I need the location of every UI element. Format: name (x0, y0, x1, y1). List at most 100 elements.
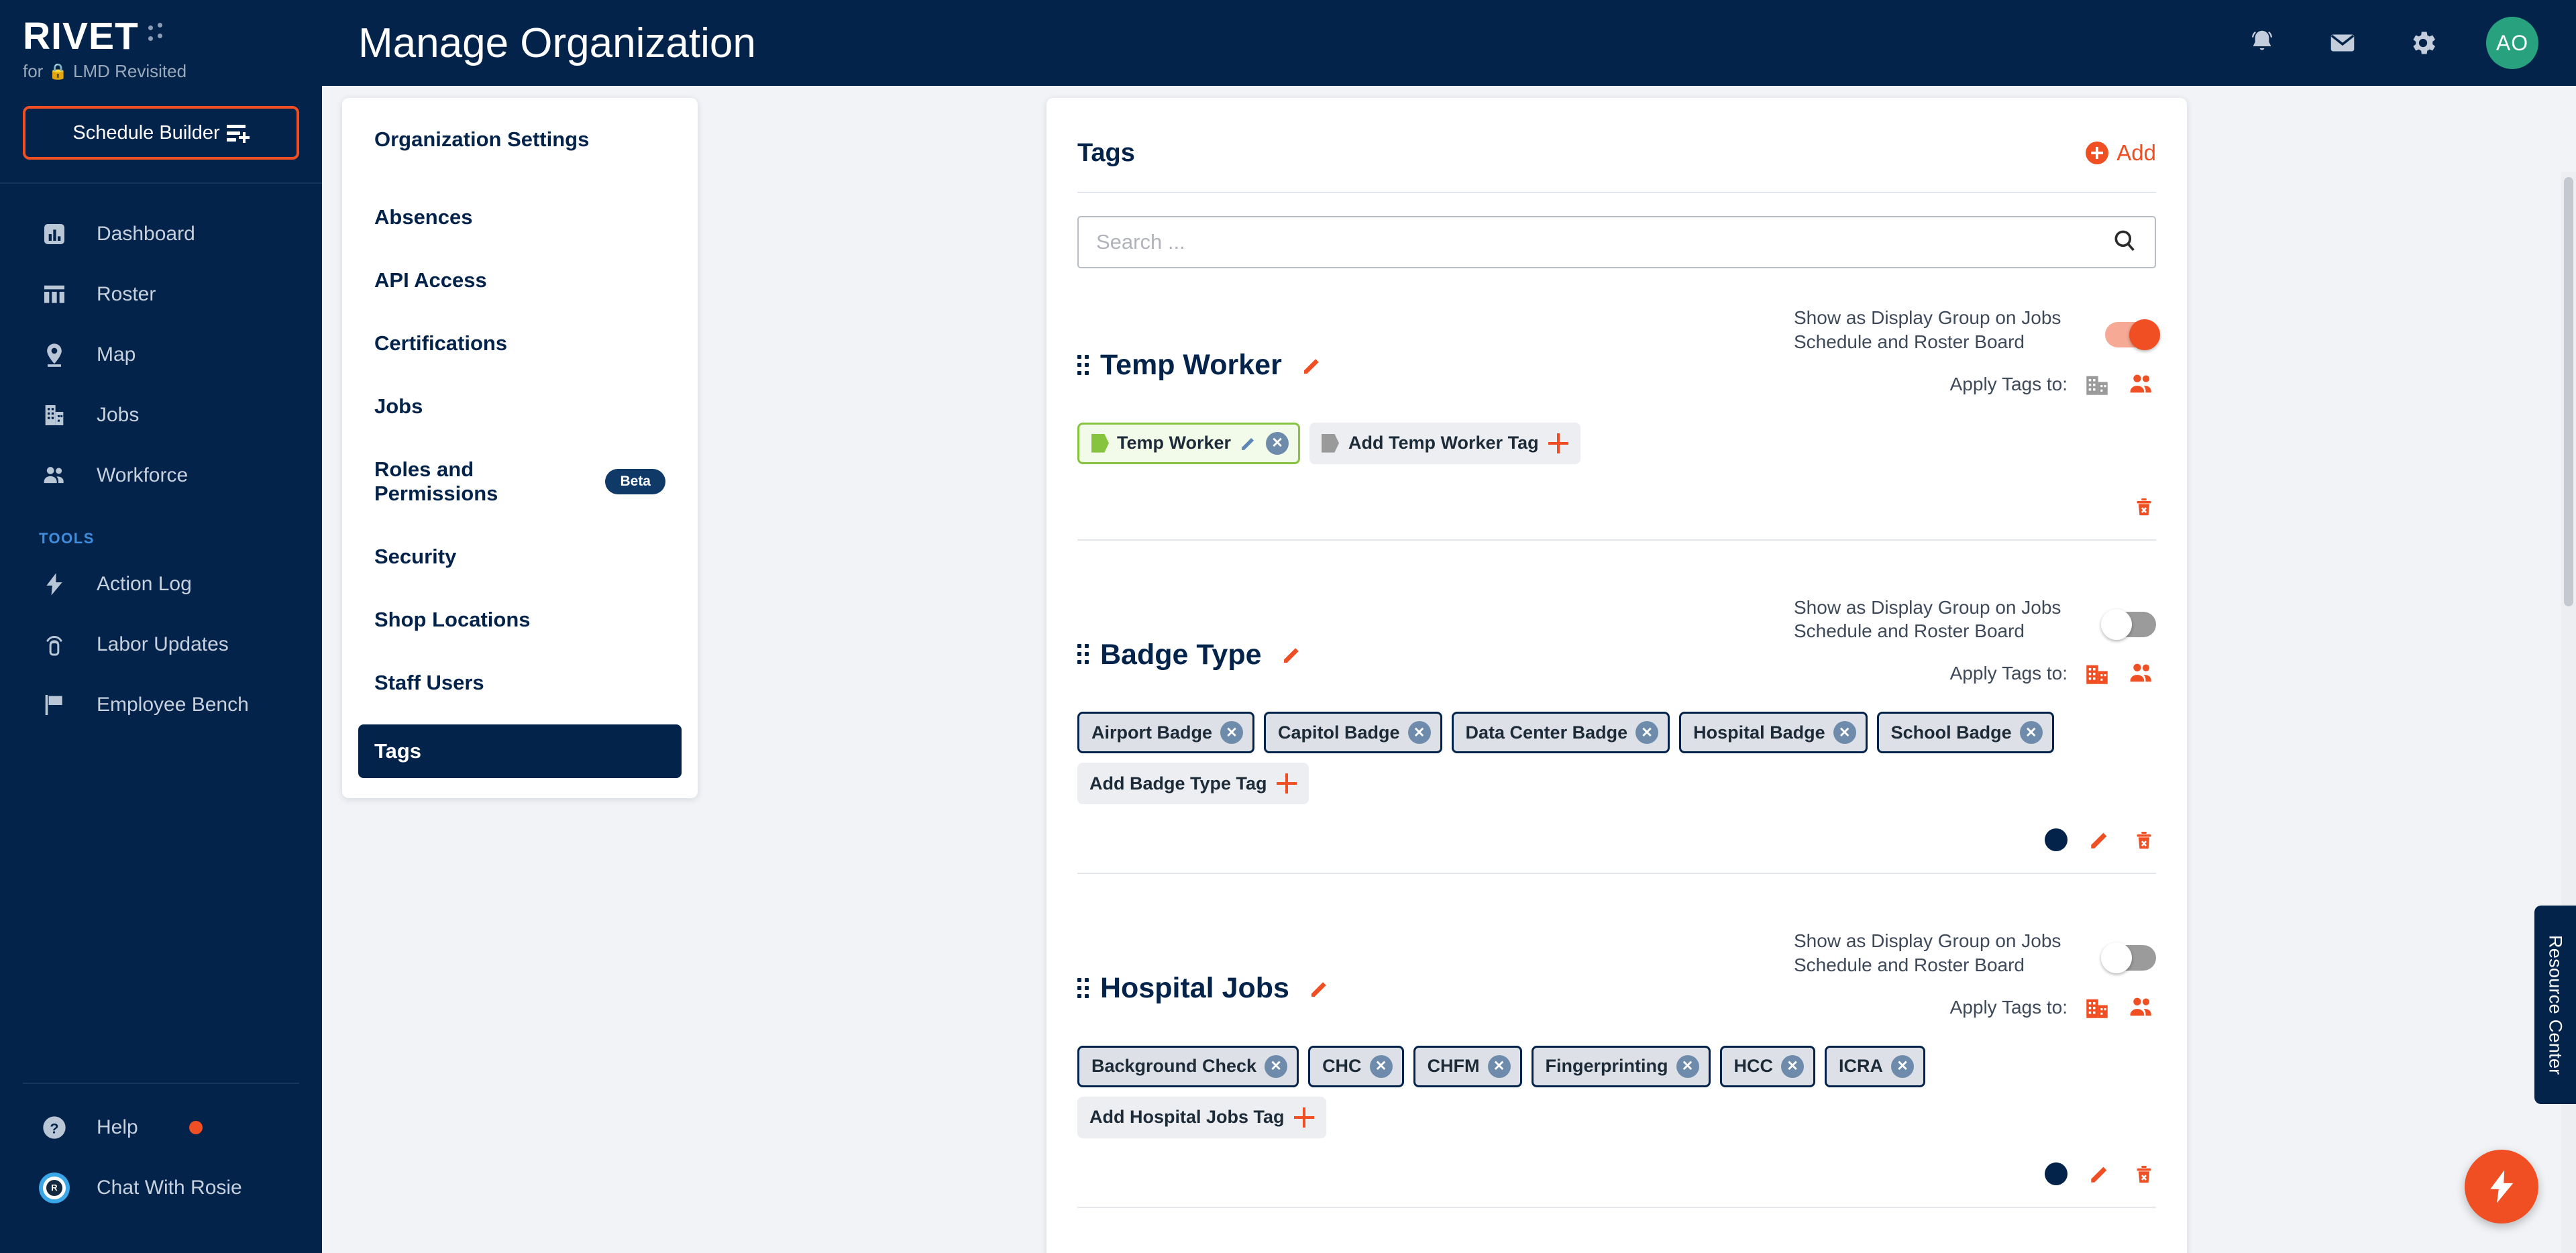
resource-center-tab[interactable]: Resource Center (2534, 906, 2576, 1104)
tag-remove-icon[interactable]: ✕ (1265, 1054, 1288, 1078)
display-group-row: Show as Display Group on Jobs Schedule a… (1794, 306, 2160, 354)
settings-item-api-access[interactable]: API Access (358, 259, 682, 302)
apply-tags-label: Apply Tags to: (1949, 996, 2068, 1018)
avatar[interactable]: AO (2486, 17, 2538, 69)
group-color-swatch[interactable] (2045, 1162, 2068, 1185)
settings-item-security[interactable]: Security (358, 535, 682, 578)
tag-remove-icon[interactable]: ✕ (2019, 721, 2043, 745)
tag-chip[interactable]: ICRA ✕ (1825, 1045, 1926, 1087)
sidebar-item-workforce[interactable]: Workforce (0, 445, 322, 506)
sidebar-item-map[interactable]: Map (0, 325, 322, 385)
add-tag-chip-button[interactable]: Add Temp Worker Tag (1309, 422, 1580, 464)
tag-edit-pencil-icon[interactable] (1239, 434, 1258, 453)
building-icon (39, 400, 70, 431)
drag-handle-icon[interactable] (1077, 643, 1089, 667)
quick-action-fab[interactable] (2465, 1150, 2538, 1223)
tag-group-name: Hospital Jobs (1100, 972, 1289, 1005)
tag-chip[interactable]: Airport Badge ✕ (1077, 712, 1255, 754)
edit-group-icon[interactable] (2088, 827, 2112, 853)
tag-chip[interactable]: Background Check ✕ (1077, 1045, 1299, 1087)
display-group-toggle[interactable] (2105, 319, 2160, 350)
search-box[interactable] (1077, 216, 2156, 268)
group-color-swatch[interactable] (2045, 828, 2068, 852)
settings-item-roles-and-permissions[interactable]: Roles and Permissions Beta (358, 448, 682, 515)
tag-chip[interactable]: CHC ✕ (1308, 1045, 1404, 1087)
tag-remove-icon[interactable]: ✕ (1635, 721, 1659, 745)
add-tag-group-button[interactable]: Add (2086, 140, 2156, 166)
tag-chip[interactable]: HCC ✕ (1719, 1045, 1816, 1087)
bell-icon[interactable] (2245, 25, 2279, 60)
edit-pencil-icon[interactable] (1281, 643, 1303, 666)
sidebar-item-action-log[interactable]: Action Log (0, 554, 322, 614)
display-group-toggle[interactable] (2101, 942, 2156, 974)
tag-remove-icon[interactable]: ✕ (1220, 721, 1244, 745)
tags-panel: Tags Add Search ... Temp Worker Show as … (1046, 98, 2187, 1253)
search-icon[interactable] (2112, 228, 2137, 257)
apply-to-company-icon[interactable] (2082, 370, 2112, 398)
tag-chip[interactable]: CHFM ✕ (1413, 1045, 1522, 1087)
tag-remove-icon[interactable]: ✕ (1833, 721, 1856, 745)
settings-item-certifications[interactable]: Certifications (358, 322, 682, 365)
tag-chip[interactable]: Temp Worker ✕ (1077, 422, 1301, 464)
sidebar-item-label: Roster (97, 283, 156, 305)
settings-menu-heading: Organization Settings (374, 127, 590, 151)
edit-group-icon[interactable] (2088, 1161, 2112, 1187)
settings-item-staff-users[interactable]: Staff Users (358, 661, 682, 704)
header-actions: AO (2245, 17, 2538, 69)
tag-remove-icon[interactable]: ✕ (1891, 1054, 1915, 1078)
edit-pencil-icon[interactable] (1301, 354, 1324, 377)
drag-handle-icon[interactable] (1077, 977, 1089, 1001)
settings-item-shop-locations[interactable]: Shop Locations (358, 598, 682, 641)
drag-handle-icon[interactable] (1077, 353, 1089, 378)
sidebar-item-dashboard[interactable]: Dashboard (0, 204, 322, 264)
tag-remove-icon[interactable]: ✕ (1676, 1054, 1699, 1078)
edit-pencil-icon[interactable] (1308, 977, 1331, 1000)
apply-to-people-icon[interactable] (2127, 993, 2156, 1022)
bolt-icon (39, 569, 70, 600)
sidebar-item-jobs[interactable]: Jobs (0, 385, 322, 445)
delete-group-icon[interactable] (2132, 827, 2156, 853)
tag-remove-icon[interactable]: ✕ (1369, 1054, 1393, 1078)
search-input[interactable] (1096, 230, 2112, 254)
gear-icon[interactable] (2406, 25, 2440, 60)
apply-to-people-icon[interactable] (2127, 659, 2156, 688)
tag-chip[interactable]: Capitol Badge ✕ (1264, 712, 1442, 754)
tag-chip[interactable]: Fingerprinting ✕ (1531, 1045, 1711, 1087)
tag-remove-icon[interactable]: ✕ (1781, 1054, 1805, 1078)
envelope-icon[interactable] (2325, 25, 2360, 60)
display-group-toggle[interactable] (2101, 608, 2156, 640)
add-tag-chip-button[interactable]: Add Hospital Jobs Tag (1077, 1096, 1326, 1138)
schedule-builder-button[interactable]: Schedule Builder (23, 106, 299, 160)
tag-chip[interactable]: Data Center Badge ✕ (1451, 712, 1670, 754)
tag-remove-icon[interactable]: ✕ (1487, 1054, 1511, 1078)
tag-remove-icon[interactable]: ✕ (1266, 431, 1289, 455)
add-tag-label: Add Temp Worker Tag (1348, 433, 1539, 453)
display-group-label: Show as Display Group on Jobs Schedule a… (1794, 596, 2061, 642)
scrollbar-thumb[interactable] (2564, 177, 2573, 606)
svg-text:?: ? (50, 1120, 58, 1136)
sidebar-item-employee-bench[interactable]: Employee Bench (0, 675, 322, 735)
display-group-label: Show as Display Group on Jobs Schedule a… (1794, 307, 2061, 352)
settings-item-tags[interactable]: Tags (358, 724, 682, 778)
tag-color-swatch-icon (1091, 433, 1109, 453)
add-tag-chip-button[interactable]: Add Badge Type Tag (1077, 763, 1309, 805)
tag-color-swatch-icon (1322, 433, 1340, 453)
delete-group-icon[interactable] (2132, 494, 2156, 519)
settings-item-absences[interactable]: Absences (358, 196, 682, 239)
settings-item-label: Security (374, 545, 457, 568)
apply-to-company-icon[interactable] (2082, 659, 2112, 688)
tag-remove-icon[interactable]: ✕ (1407, 721, 1431, 745)
settings-item-jobs[interactable]: Jobs (358, 385, 682, 428)
sidebar-item-roster[interactable]: Roster (0, 264, 322, 325)
sidebar-item-labor-updates[interactable]: Labor Updates (0, 614, 322, 675)
tag-chip[interactable]: Hospital Badge ✕ (1679, 712, 1868, 754)
top-header-bar: Manage Organization AO (322, 0, 2576, 86)
apply-to-people-icon[interactable] (2127, 370, 2156, 398)
tag-chip[interactable]: School Badge ✕ (1876, 712, 2054, 754)
tag-group: Badge Type Show as Display Group on Jobs… (1046, 558, 2187, 892)
apply-to-company-icon[interactable] (2082, 993, 2112, 1022)
sidebar-item-help[interactable]: ? Help (0, 1097, 322, 1158)
sidebar-item-chat-with-rosie[interactable]: Chat With Rosie (0, 1158, 322, 1218)
sidebar-nav: Dashboard Roster Map Jobs Workforce TOOL… (0, 184, 322, 735)
delete-group-icon[interactable] (2132, 1161, 2156, 1187)
